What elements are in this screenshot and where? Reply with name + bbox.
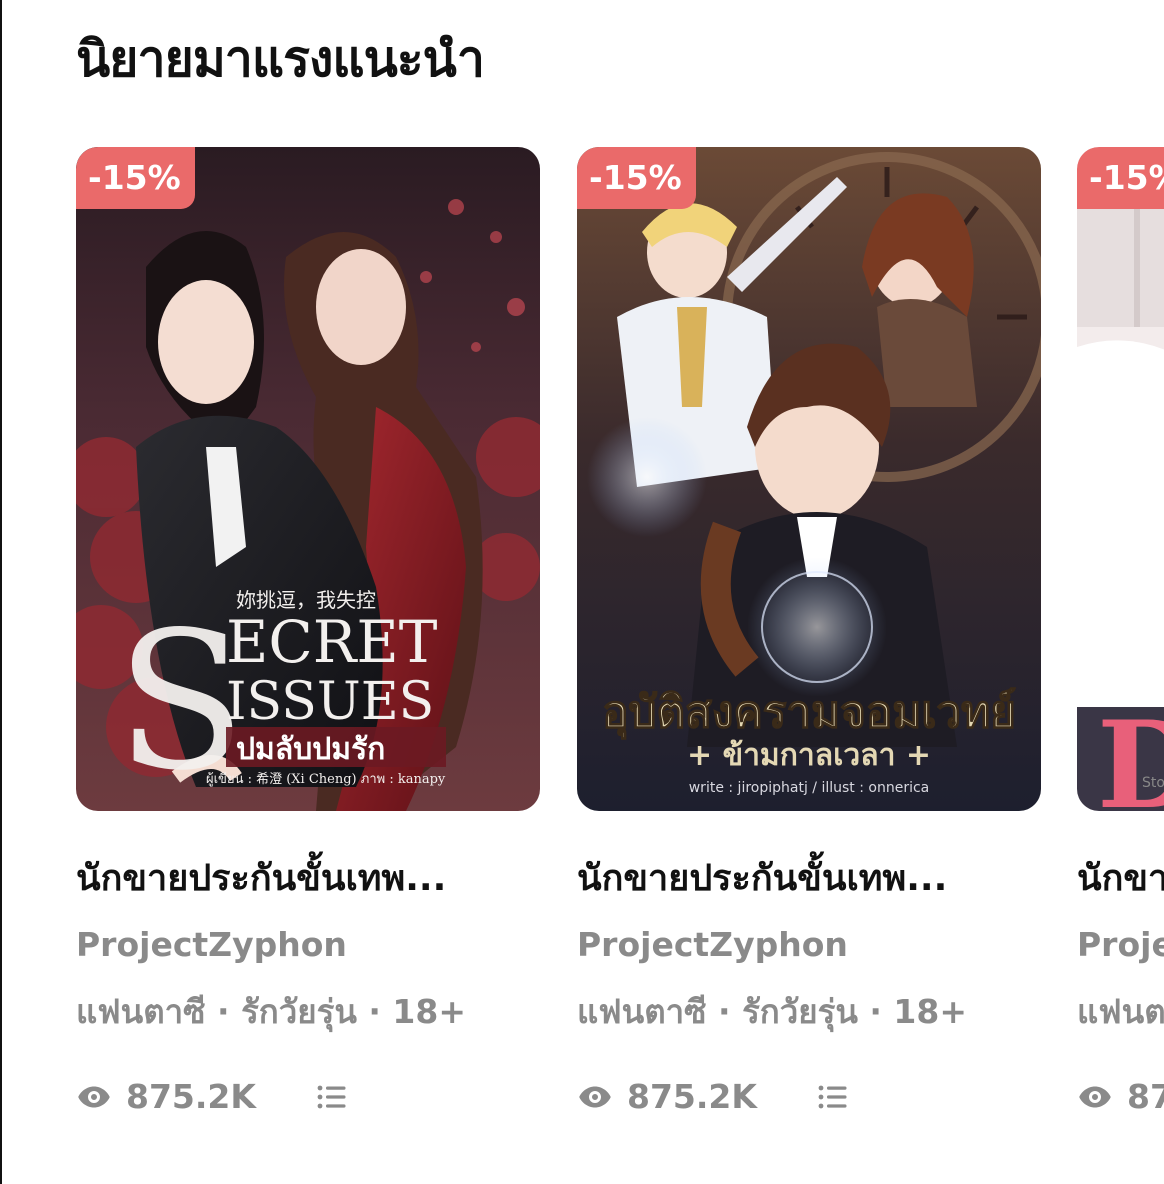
cover-illustration-magic-war: อุบัติสงครามจอมเวทย์ + ข้ามกาลเวลา + wri… bbox=[577, 147, 1041, 811]
novel-stats: 87 bbox=[1077, 1077, 1164, 1116]
eye-icon bbox=[1077, 1079, 1113, 1115]
novel-title[interactable]: นักขา bbox=[1077, 857, 1164, 901]
novel-cover[interactable]: D Story -15% bbox=[1077, 147, 1164, 811]
novel-genres: แฟนตาซี · รักวัยรุ่น · 18+ bbox=[76, 992, 467, 1031]
novel-genres: แฟนต bbox=[1077, 992, 1164, 1031]
view-count: 875.2K bbox=[126, 1077, 256, 1116]
svg-text:Story: Story bbox=[1142, 775, 1164, 791]
svg-text:D: D bbox=[1097, 695, 1164, 811]
novel-cover[interactable]: S 妳挑逗，我失控 ECRET ISSUES ปมลับปมรัก ผู้เขี… bbox=[76, 147, 540, 811]
discount-badge: -15% bbox=[1077, 147, 1164, 209]
svg-text:ผู้เขียน : 希澄 (Xi Cheng) ภาพ :: ผู้เขียน : 希澄 (Xi Cheng) ภาพ : kanapy bbox=[206, 771, 446, 787]
svg-text:+ ข้ามกาลเวลา +: + ข้ามกาลเวลา + bbox=[687, 738, 931, 773]
novel-cover[interactable]: อุบัติสงครามจอมเวทย์ + ข้ามกาลเวลา + wri… bbox=[577, 147, 1041, 811]
novel-stats: 875.2K bbox=[76, 1077, 350, 1116]
novel-card[interactable]: อุบัติสงครามจอมเวทย์ + ข้ามกาลเวลา + wri… bbox=[577, 147, 1041, 1116]
view-count: 875.2K bbox=[627, 1077, 757, 1116]
novel-genres: แฟนตาซี · รักวัยรุ่น · 18+ bbox=[577, 992, 968, 1031]
novel-title[interactable]: นักขายประกันขั้นเทพ... bbox=[76, 857, 446, 901]
view-count: 87 bbox=[1127, 1077, 1164, 1116]
novel-card[interactable]: S 妳挑逗，我失控 ECRET ISSUES ปมลับปมรัก ผู้เขี… bbox=[76, 147, 540, 1116]
novel-stats: 875.2K bbox=[577, 1077, 851, 1116]
novel-author[interactable]: ProjectZyphon bbox=[577, 925, 848, 965]
list-icon[interactable] bbox=[314, 1079, 350, 1115]
svg-text:ISSUES: ISSUES bbox=[226, 672, 434, 732]
novel-title[interactable]: นักขายประกันขั้นเทพ... bbox=[577, 857, 947, 901]
cover-illustration-secret-issues: S 妳挑逗，我失控 ECRET ISSUES ปมลับปมรัก ผู้เขี… bbox=[76, 147, 540, 811]
eye-icon bbox=[76, 1079, 112, 1115]
cover-illustration-third: D Story bbox=[1077, 147, 1164, 811]
section-title: นิยายมาแรงแนะนำ bbox=[76, 30, 485, 88]
recommended-novels-section: นิยายมาแรงแนะนำ S 妳挑逗，我失控 ECRET ISSUES ป… bbox=[0, 0, 1164, 1184]
novel-card[interactable]: D Story -15% นักขา Proje แฟนต 87 bbox=[1077, 147, 1164, 1116]
svg-text:ECRET: ECRET bbox=[226, 608, 438, 676]
discount-badge: -15% bbox=[76, 147, 195, 209]
novel-author[interactable]: Proje bbox=[1077, 925, 1164, 965]
svg-text:ปมลับปมรัก: ปมลับปมรัก bbox=[236, 732, 385, 767]
eye-icon bbox=[577, 1079, 613, 1115]
novel-author[interactable]: ProjectZyphon bbox=[76, 925, 347, 965]
list-icon[interactable] bbox=[815, 1079, 851, 1115]
svg-text:write : jiropiphatj / illust :: write : jiropiphatj / illust : onnerica bbox=[689, 780, 930, 796]
svg-text:อุบัติสงครามจอมเวทย์: อุบัติสงครามจอมเวทย์ bbox=[602, 687, 1016, 740]
discount-badge: -15% bbox=[577, 147, 696, 209]
